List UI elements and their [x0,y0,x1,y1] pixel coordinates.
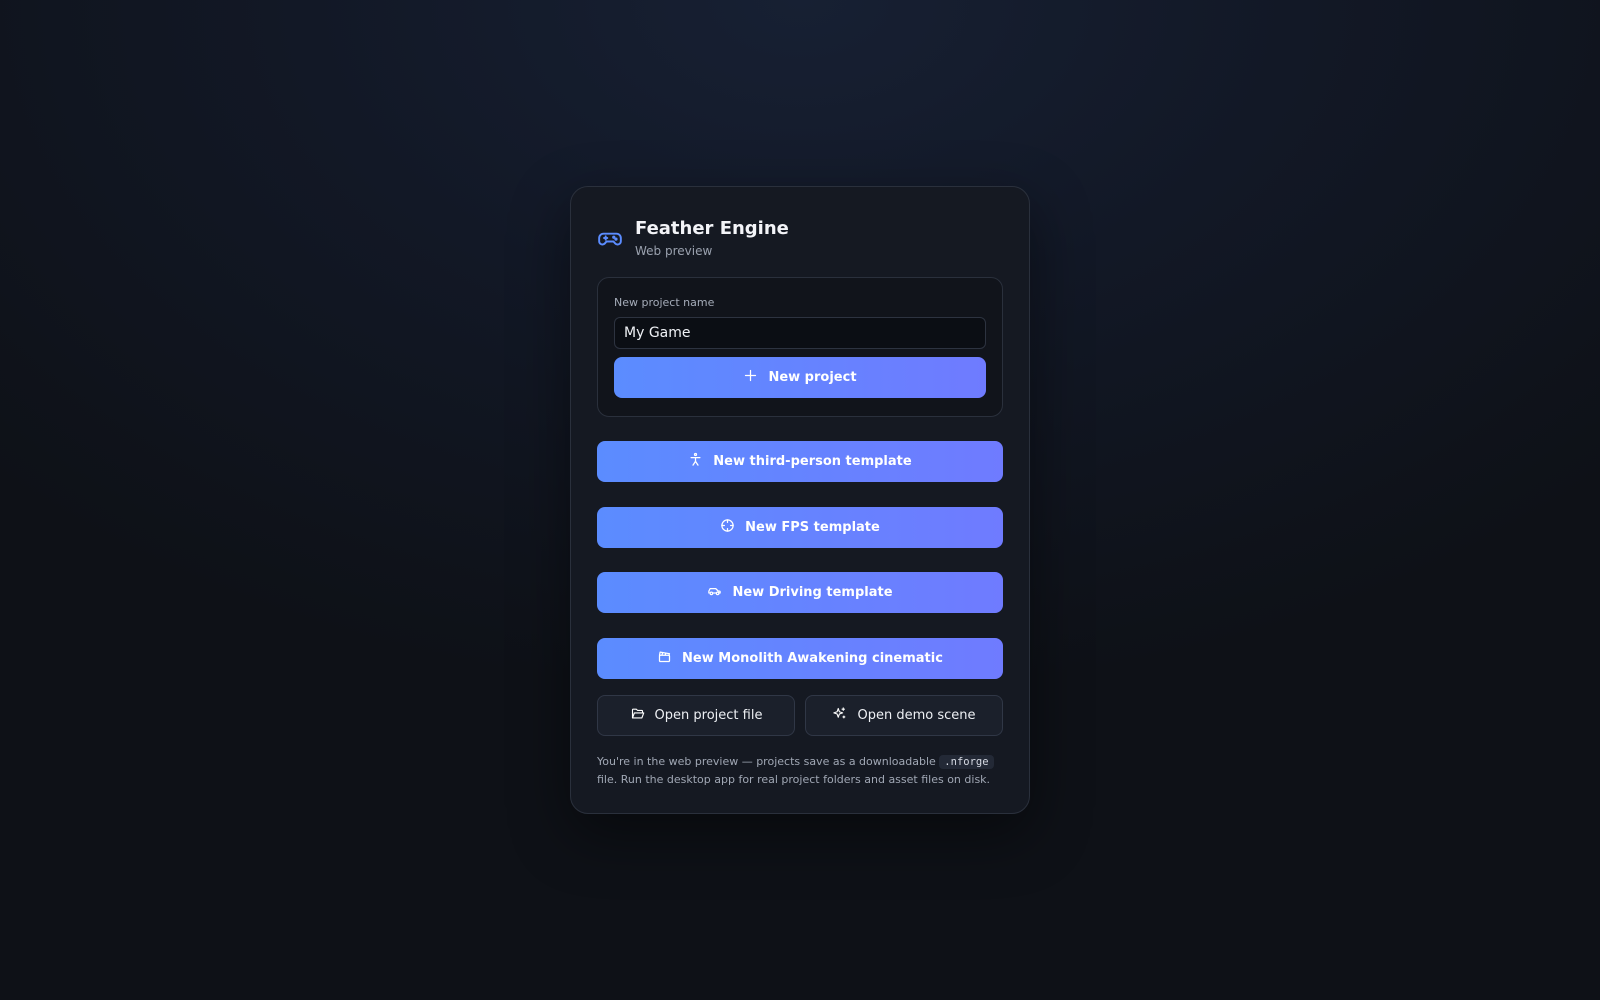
monolith-cinematic-button[interactable]: New Monolith Awakening cinematic [597,638,1003,679]
crosshair-icon [720,518,735,537]
fps-template-label: New FPS template [745,520,880,535]
person-icon [688,452,703,471]
driving-template-label: New Driving template [732,585,893,600]
driving-template-button[interactable]: New Driving template [597,572,1003,613]
file-extension-code: .nforge [939,755,994,769]
fps-template-button[interactable]: New FPS template [597,507,1003,548]
project-name-label: New project name [614,296,715,309]
sparkles-icon [832,706,847,725]
app-subtitle: Web preview [635,244,713,258]
app-header: Feather Engine Web preview [597,217,789,258]
gamepad-icon [597,225,623,251]
open-demo-scene-label: Open demo scene [857,708,976,723]
plus-icon [743,368,758,387]
clapperboard-icon [657,649,672,668]
third-person-template-label: New third-person template [713,454,912,469]
folder-open-icon [630,706,645,725]
open-project-file-label: Open project file [654,708,763,723]
car-icon [707,583,722,602]
secondary-actions: Open project file Open demo scene [597,695,1003,736]
new-project-button-label: New project [768,370,857,385]
note-text-start: You're in the web preview — projects sav… [597,755,940,768]
project-name-input[interactable] [614,317,986,349]
open-demo-scene-button[interactable]: Open demo scene [805,695,1003,736]
web-preview-note: You're in the web preview — projects sav… [597,753,1003,788]
monolith-cinematic-label: New Monolith Awakening cinematic [682,651,943,666]
app-title-block: Feather Engine Web preview [635,217,789,258]
new-project-panel: New project name New project [597,277,1003,417]
app-title: Feather Engine [635,218,789,239]
third-person-template-button[interactable]: New third-person template [597,441,1003,482]
note-text-end: file. Run the desktop app for real proje… [597,773,991,786]
open-project-file-button[interactable]: Open project file [597,695,795,736]
welcome-card: Feather Engine Web preview New project n… [570,186,1030,814]
new-project-button[interactable]: New project [614,357,986,398]
